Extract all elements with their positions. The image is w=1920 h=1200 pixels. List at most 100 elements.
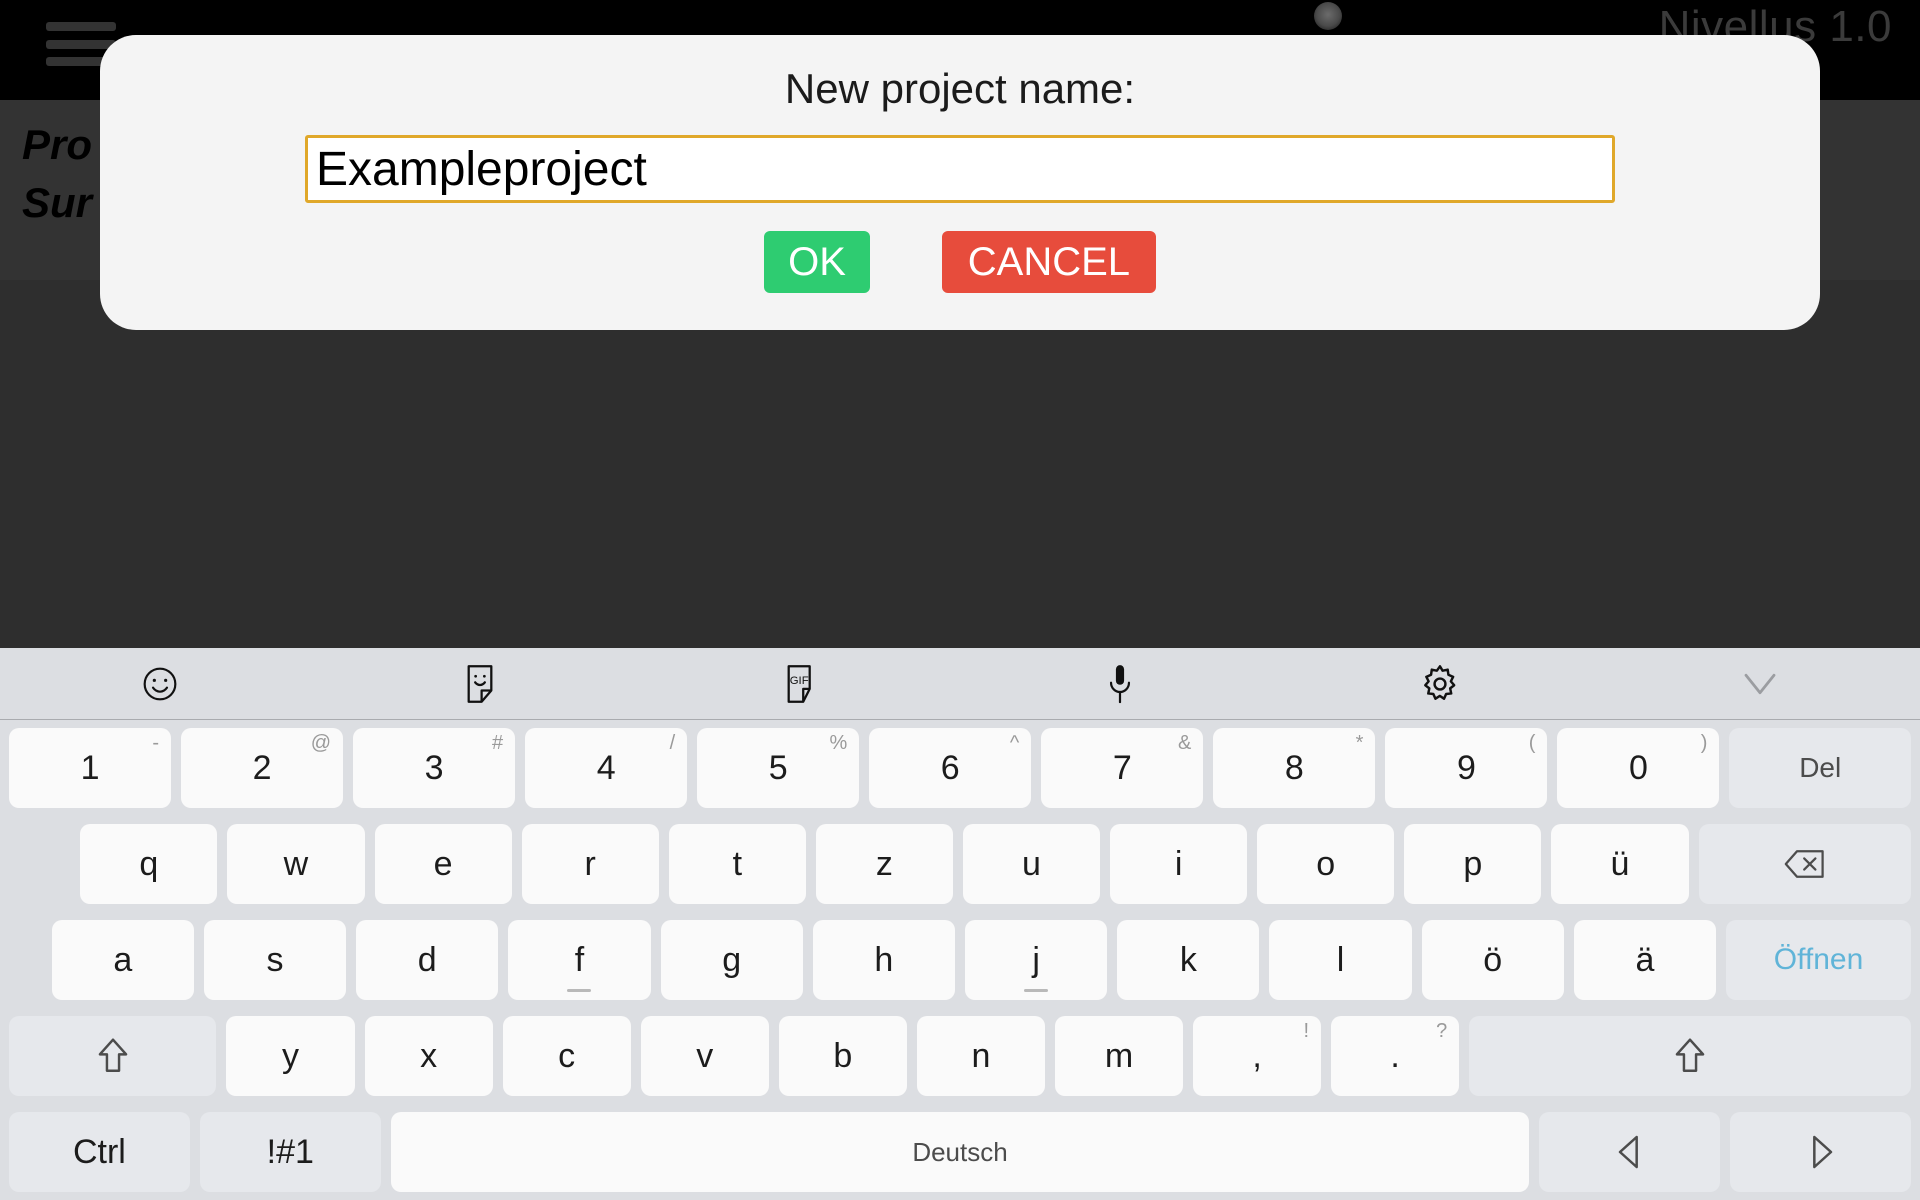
key-arrow-right[interactable]	[1730, 1112, 1912, 1192]
key-del[interactable]: Del	[1729, 728, 1911, 808]
dialog-input-wrapper	[305, 135, 1615, 203]
key-label: f	[574, 940, 585, 979]
key-label: o	[1316, 844, 1336, 883]
key-e[interactable]: e	[374, 824, 512, 904]
key-ctrl[interactable]: Ctrl	[9, 1112, 190, 1192]
microphone-icon[interactable]	[960, 648, 1280, 720]
key-label: b	[833, 1036, 853, 1075]
key-f[interactable]: f	[508, 920, 651, 1000]
key-label: u	[1022, 844, 1041, 883]
gif-icon[interactable]: GIF	[640, 648, 960, 720]
key-r[interactable]: r	[521, 824, 659, 904]
screen: Nivellus 1.0 Pro Sur New project name: O…	[0, 0, 1920, 1200]
key-n[interactable]: n	[916, 1016, 1045, 1096]
key-i[interactable]: i	[1110, 824, 1248, 904]
key-p[interactable]: p	[1404, 824, 1542, 904]
project-name-input[interactable]	[305, 135, 1615, 203]
gear-icon[interactable]	[1280, 648, 1600, 720]
key-8[interactable]: 8 *	[1213, 728, 1376, 808]
key-secondary-label: (	[1528, 732, 1536, 754]
on-screen-keyboard: GIF 1 - 2 @ 3 # 4 / 5 % 6 ^ 7 & 8 * 9 (…	[0, 648, 1920, 1200]
key-5[interactable]: 5%	[697, 728, 860, 808]
key-z[interactable]: z	[815, 824, 953, 904]
key-ö[interactable]: ö	[1421, 920, 1564, 1000]
key-label: Del	[1799, 752, 1842, 783]
key-label: r	[584, 844, 596, 883]
keyboard-toolbar: GIF	[0, 648, 1920, 720]
key-label: a	[113, 940, 133, 979]
key-label: 1	[80, 748, 100, 787]
key-4[interactable]: 4/	[525, 728, 688, 808]
key-d[interactable]: d	[356, 920, 499, 1000]
home-row-marker	[567, 989, 592, 992]
key-y[interactable]: y	[226, 1016, 355, 1096]
key-secondary-label: )	[1700, 732, 1708, 754]
ok-button[interactable]: OK	[764, 231, 870, 293]
key-period[interactable]: .?	[1331, 1016, 1460, 1096]
key-label: 2	[252, 748, 272, 787]
key-t[interactable]: t	[668, 824, 806, 904]
key-2[interactable]: 2 @	[181, 728, 344, 808]
key-space[interactable]: Deutsch	[390, 1112, 1530, 1192]
key-6[interactable]: 6 ^	[869, 728, 1032, 808]
key-h[interactable]: h	[812, 920, 955, 1000]
key-ä[interactable]: ä	[1573, 920, 1717, 1000]
key-3[interactable]: 3 #	[353, 728, 516, 808]
key-1[interactable]: 1-	[9, 728, 172, 808]
key-comma[interactable]: ,!	[1193, 1016, 1322, 1096]
key-7[interactable]: 7 &	[1041, 728, 1204, 808]
chevron-down-icon[interactable]	[1600, 648, 1920, 720]
key-a[interactable]: a	[51, 920, 194, 1000]
key-x[interactable]: x	[364, 1016, 493, 1096]
key-label: t	[732, 844, 743, 883]
key-k[interactable]: k	[1117, 920, 1260, 1000]
key-label: e	[433, 844, 453, 883]
key-v[interactable]: v	[640, 1016, 769, 1096]
key-label: 9	[1456, 748, 1476, 787]
key-ü[interactable]: ü	[1551, 824, 1689, 904]
key-label: ö	[1483, 940, 1503, 979]
key-s[interactable]: s	[203, 920, 347, 1000]
keyboard-row-numbers: 1-2 @3 #4/5% 6 ^ 7 & 8 * 9(0) Del	[0, 720, 1920, 816]
key-enter-oeffnen[interactable]: Öffnen	[1726, 920, 1911, 1000]
key-m[interactable]: m	[1054, 1016, 1184, 1096]
key-label: j	[1032, 940, 1040, 979]
emoji-icon[interactable]	[0, 648, 320, 720]
key-label: ü	[1610, 844, 1630, 883]
keyboard-row-bottom: y x c v b n m,!.?	[0, 1008, 1920, 1104]
camera-notch-icon	[1314, 2, 1342, 30]
key-label: w	[283, 844, 309, 883]
key-label: Ctrl	[72, 1132, 126, 1171]
key-arrow-left[interactable]	[1539, 1112, 1721, 1192]
keyboard-row-home: a s d f g h j k l ö ä Öffnen	[0, 912, 1920, 1008]
key-secondary-label: #	[492, 732, 504, 754]
key-shift-right[interactable]	[1469, 1016, 1912, 1096]
cancel-button[interactable]: CANCEL	[941, 231, 1156, 293]
sticker-icon[interactable]	[320, 648, 640, 720]
key-symbols[interactable]: !#1	[199, 1112, 381, 1192]
key-label: k	[1179, 940, 1197, 979]
key-q[interactable]: q	[80, 824, 218, 904]
key-secondary-label: !	[1303, 1020, 1310, 1042]
key-label: .	[1390, 1036, 1400, 1075]
key-backspace[interactable]	[1698, 824, 1912, 904]
key-0[interactable]: 0)	[1557, 728, 1720, 808]
key-9[interactable]: 9(	[1385, 728, 1548, 808]
key-j[interactable]: j	[964, 920, 1108, 1000]
key-l[interactable]: l	[1269, 920, 1412, 1000]
key-secondary-label: ^	[1009, 732, 1020, 754]
svg-text:GIF: GIF	[790, 675, 809, 687]
key-shift-left[interactable]	[9, 1016, 217, 1096]
key-b[interactable]: b	[778, 1016, 907, 1096]
key-u[interactable]: u	[962, 824, 1101, 904]
key-label: q	[139, 844, 159, 883]
key-label: p	[1463, 844, 1483, 883]
key-o[interactable]: o	[1257, 824, 1395, 904]
keyboard-language-label: Deutsch	[912, 1136, 1008, 1167]
key-w[interactable]: w	[227, 824, 365, 904]
key-label: x	[420, 1036, 438, 1075]
key-label: ,	[1252, 1036, 1262, 1075]
key-label: 8	[1284, 748, 1304, 787]
key-g[interactable]: g	[660, 920, 803, 1000]
key-c[interactable]: c	[502, 1016, 631, 1096]
